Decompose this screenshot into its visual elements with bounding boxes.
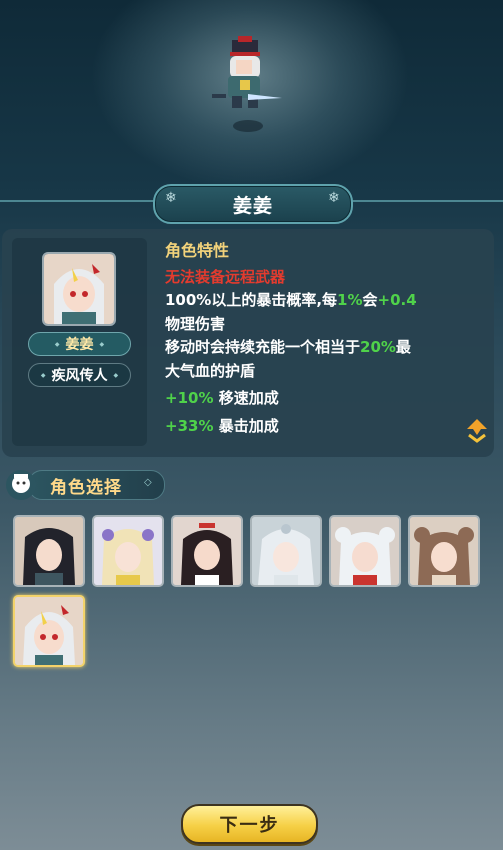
trait-line-3: 移动时会持续充能一个相当于20%最 xyxy=(165,336,475,360)
character-card-4[interactable] xyxy=(250,515,322,587)
trait-line-1-d: +0.4 xyxy=(377,291,417,309)
character-silver-hair-female-icon xyxy=(252,517,320,585)
traits-heading: 角色特性 xyxy=(165,241,230,260)
hero-shadow xyxy=(233,120,263,132)
character-card-3[interactable] xyxy=(171,515,243,587)
hero-title-tag: 疾风传人 xyxy=(28,363,131,387)
snowflake-icon: ❄ xyxy=(165,190,177,206)
trait-line-1-c: 会 xyxy=(362,291,378,309)
trait-line-1: 100%以上的暴击概率,每1%会+0.4 xyxy=(165,289,475,313)
portrait-box: 姜姜 疾风传人 xyxy=(12,238,147,446)
hero-sprite xyxy=(212,36,282,108)
trait-line-2: 物理伤害 xyxy=(165,314,226,333)
next-step-label: 下一步 xyxy=(219,815,280,836)
hero-name-tag-label: 姜姜 xyxy=(65,337,94,353)
trait-line-3-b: 20% xyxy=(360,338,396,356)
character-card-6[interactable] xyxy=(408,515,480,587)
next-step-button[interactable]: 下一步 xyxy=(181,804,318,844)
character-card-5[interactable] xyxy=(329,515,401,587)
banner-line-right xyxy=(345,200,503,202)
expand-arrow-icon[interactable] xyxy=(465,417,489,443)
banner-line-left xyxy=(0,200,160,202)
character-card-2[interactable] xyxy=(92,515,164,587)
diamond-ornament-icon: ◇ xyxy=(144,477,152,488)
traits-block: 角色特性 无法装备远程武器 100%以上的暴击概率,每1%会+0.4 物理伤害 … xyxy=(165,239,475,438)
trait-line-3-c: 最 xyxy=(395,338,411,356)
trait-line-3-a: 移动时会持续充能一个相当于 xyxy=(165,338,361,356)
character-white-hair-buns-icon xyxy=(331,517,399,585)
character-black-hair-male-icon xyxy=(15,517,83,585)
hero-title-tag-label: 疾风传人 xyxy=(51,368,108,384)
hero-name-tag: 姜姜 xyxy=(28,332,131,356)
snowflake-icon: ❄ xyxy=(328,190,340,206)
hero-name-banner: 姜姜 xyxy=(153,184,353,224)
character-info-panel: 姜姜 疾风传人 角色特性 无法装备远程武器 100%以上的暴击概率,每1%会+0… xyxy=(2,229,494,457)
bonus-speed-value: +10% xyxy=(165,389,214,407)
hero-name: 姜姜 xyxy=(232,194,273,217)
trait-line-4: 大气血的护盾 xyxy=(165,361,256,380)
character-jiangjiang-icon xyxy=(15,597,83,665)
bonus-crit: +33% 暴击加成 xyxy=(165,415,475,439)
character-dark-hair-female-icon xyxy=(173,517,241,585)
character-card-7[interactable] xyxy=(13,595,85,667)
trait-line-1-b: 1% xyxy=(337,291,363,309)
bonus-crit-label: 暴击加成 xyxy=(218,416,279,435)
bonus-speed: +10% 移速加成 xyxy=(165,387,475,411)
bonus-crit-value: +33% xyxy=(165,416,214,435)
character-select-icon xyxy=(6,470,36,500)
select-header-label: 角色选择 xyxy=(50,478,122,498)
trait-line-1-a: 100%以上的暴击概率,每 xyxy=(165,291,338,309)
character-select-header: 角色选择 ◇ xyxy=(4,468,165,502)
character-card-1[interactable] xyxy=(13,515,85,587)
trait-restriction: 无法装备远程武器 xyxy=(165,267,286,286)
hero-portrait xyxy=(42,252,116,326)
character-blonde-flower-icon xyxy=(94,517,162,585)
character-brown-hair-buns-icon xyxy=(410,517,478,585)
bonus-speed-label: 移速加成 xyxy=(218,389,279,407)
